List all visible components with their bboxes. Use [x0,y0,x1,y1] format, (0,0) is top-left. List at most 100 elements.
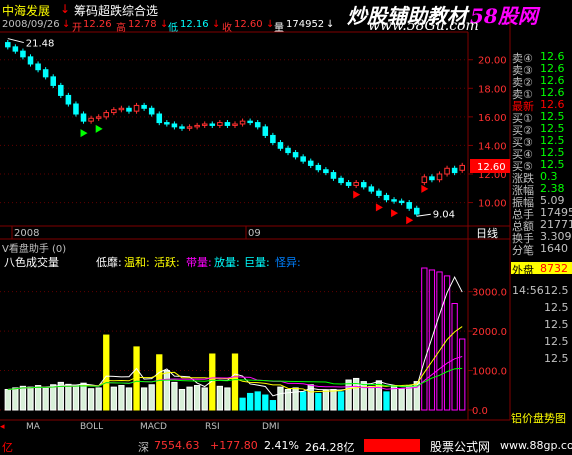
candle-body [360,182,367,188]
volume-bar [95,387,102,411]
volume-bar [118,385,125,411]
volume-bar [50,384,57,411]
candle-body [345,182,352,186]
volume-bar [224,387,231,411]
volume-bar [300,391,307,411]
candle-body [421,176,428,184]
candle-body [201,123,208,126]
candle-body [376,190,382,196]
candle-body [103,112,110,118]
candle-body [406,202,412,209]
candle-body [444,167,450,175]
time-axis-left: 2008 [14,228,39,239]
candle-body [254,122,261,128]
volume-bar [345,379,352,411]
candle-body [270,134,276,144]
volume-bar [171,381,178,411]
candle-body [58,84,64,96]
signal-flag-icon [80,129,88,138]
tab-macd[interactable]: MACD [140,421,167,434]
candle-body [20,50,26,58]
price-axis-label: 14.00 [478,141,507,152]
legend-item: 温和: [124,256,150,269]
volume-bar [315,392,322,411]
candle-body [156,113,163,124]
candle-body [315,164,322,171]
candle-body [413,207,420,215]
bottom-label[interactable]: 铝价盘势图 [511,410,566,425]
candle-body [88,117,94,122]
volume-bar [193,385,201,411]
candle-body [232,123,238,126]
volume-bar [383,391,390,411]
volume-bar [246,392,254,411]
candle-body [277,142,284,149]
candle-body [459,164,465,171]
outer-volume-bar: 外盘 8732 [511,262,572,277]
volume-bar [80,382,87,411]
signal-flag-icon [353,190,361,199]
volume-bar [451,303,458,411]
candle-body [292,152,299,158]
candle-body [42,69,49,78]
candle-body [73,103,79,115]
legend-item: 巨量: [244,256,270,269]
price-axis-label: 16.00 [478,113,507,124]
candle-body [111,109,117,114]
candle-body [307,160,314,166]
index-value: 7554.63 [154,439,200,452]
volume-bar [292,387,299,411]
tab-ma[interactable]: MA [26,421,40,434]
volume-bar [262,394,269,411]
tab-boll[interactable]: BOLL [80,421,103,434]
candle-body [383,194,390,201]
tab-dmi[interactable]: DMI [262,421,279,434]
volume-bar [428,269,436,411]
signal-flag-icon [421,184,429,193]
period-label[interactable]: 日线 [476,226,498,240]
volume-bar [186,386,193,411]
candle-body [164,122,170,125]
candle-body [239,120,246,125]
status-left-char: 亿 [2,441,13,454]
volume-bar [156,354,163,411]
volume-bar [87,388,95,411]
volume-bar [103,334,110,411]
volume-bar [110,386,117,411]
tick-time: 14:56 [512,284,544,297]
candle-body [209,123,216,126]
time-axis-mid: 09 [248,228,261,239]
candle-body [285,147,291,154]
candle-body [80,113,87,122]
candle-body [65,94,72,105]
tick-value: 12.5 [544,284,569,297]
volume-axis-label: 2000.0 [472,327,507,338]
sub-panel-legend: 八色成交量 低靡: 温和: 活跃: 带量: 放量: 巨量: 怪异: [0,253,468,269]
volume-bar [239,397,246,411]
low-marker-text: 9.04 [433,209,455,220]
tick-value: 12.5 [544,318,569,331]
tab-scroll-left[interactable]: ◂ [0,421,5,434]
volume-bar [269,400,277,411]
legend-item: 带量: [186,256,212,269]
tab-rsi[interactable]: RSI [205,421,220,434]
volume-bar [398,388,405,411]
volume-bar [436,271,443,411]
legend-item: 活跃: [154,256,180,269]
candle-body [224,122,231,126]
candle-body [217,122,223,126]
outer-value: 8732 [540,262,568,275]
candle-body [35,63,41,71]
price-axis-label: 18.00 [478,84,507,95]
volume-bar [125,387,133,411]
low-marker-line [416,213,431,217]
status-bar: 亿 深 7554.63 +177.80 2.41% 264.28亿 股票公式网 … [0,437,572,455]
index-amount: 264.28亿 [305,441,355,454]
candle-body [171,123,178,128]
volume-bar [330,388,337,411]
volume-axis-label: 3000.0 [472,288,507,299]
volume-bar [201,387,208,411]
sub-panel-selector[interactable]: V看盘助手 (0) [0,239,468,255]
candle-body [323,169,329,174]
candle-body [436,173,443,181]
